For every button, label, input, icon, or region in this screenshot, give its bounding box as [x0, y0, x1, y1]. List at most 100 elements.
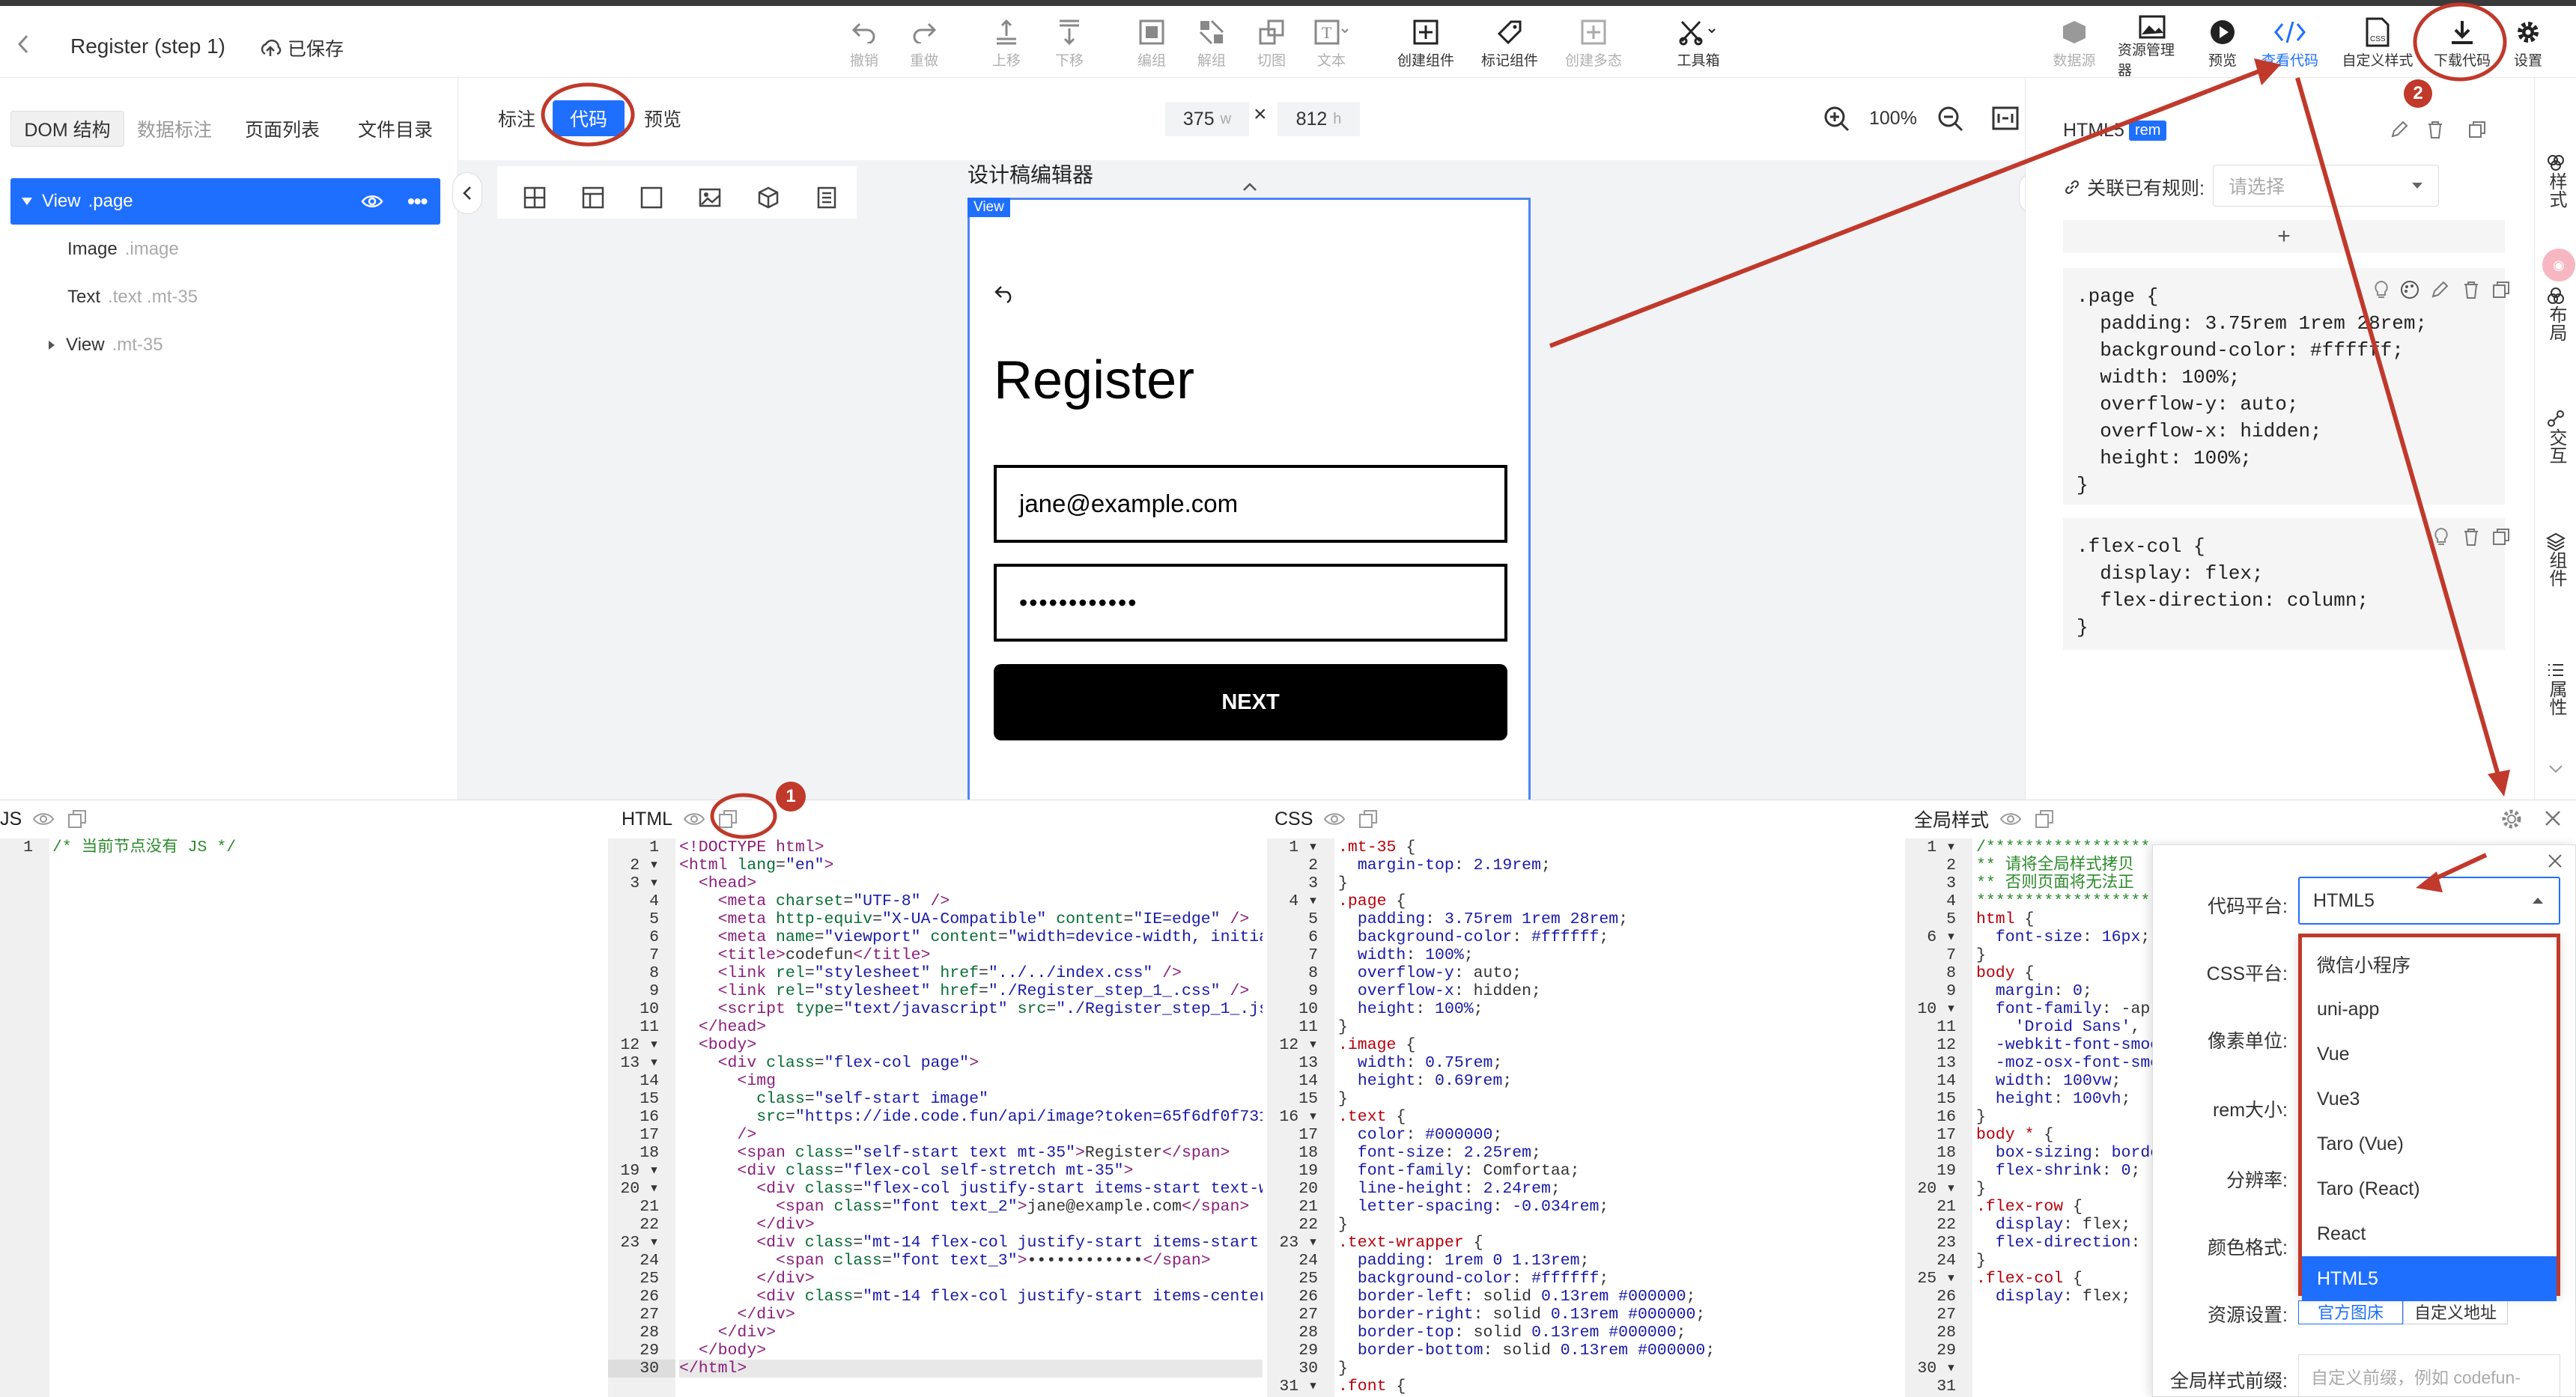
width-input[interactable]: 375 w	[1165, 102, 1249, 136]
tree-row-text[interactable]: Text .text .mt-35	[10, 274, 440, 320]
mode-annotate[interactable]: 标注	[494, 100, 539, 136]
side-tab-layout[interactable]: 布局	[2535, 286, 2576, 341]
mode-preview[interactable]: 预览	[637, 100, 689, 136]
option-html5[interactable]: HTML5	[2302, 1256, 2557, 1301]
move-down-button[interactable]: 下移	[1036, 15, 1102, 78]
assistant-bubble[interactable]: ◉	[2542, 249, 2575, 281]
copy-html-icon[interactable]	[717, 809, 738, 830]
fit-screen-icon[interactable]	[1992, 106, 2019, 130]
side-tab-attributes[interactable]: 属性	[2535, 660, 2576, 716]
toolbox-button[interactable]: 工具箱	[1665, 15, 1731, 78]
custom-address-button[interactable]: 自定义地址	[2403, 1300, 2508, 1324]
zoom-out-icon[interactable]	[1936, 105, 1965, 133]
eye-icon[interactable]	[32, 811, 55, 827]
tab-page-list[interactable]: 页面列表	[229, 111, 335, 147]
download-code-button[interactable]: 下载代码	[2426, 15, 2498, 78]
trash-icon[interactable]	[2461, 280, 2481, 299]
copy-icon[interactable]	[2491, 527, 2511, 547]
tree-row-image[interactable]: Image .image	[10, 226, 440, 273]
grid-insert-icon[interactable]	[514, 177, 556, 219]
eye-icon[interactable]	[1323, 811, 1346, 827]
edit-icon[interactable]	[2390, 120, 2409, 139]
side-tab-style[interactable]: 样式	[2535, 153, 2576, 208]
add-rule-button[interactable]: +	[2063, 220, 2505, 253]
preview-button[interactable]: 预览	[2193, 15, 2253, 78]
ungroup-button[interactable]: 解组	[1179, 15, 1245, 78]
copy-icon[interactable]	[67, 809, 88, 830]
mode-code[interactable]: 代码	[553, 100, 625, 136]
option-react[interactable]: React	[2302, 1211, 2557, 1256]
palette-icon[interactable]	[2400, 280, 2419, 299]
image-insert-icon[interactable]	[689, 177, 731, 219]
trash-icon[interactable]	[2461, 527, 2481, 547]
close-icon[interactable]	[2543, 809, 2563, 828]
tree-row-page[interactable]: View .page •••	[10, 178, 440, 225]
global-prefix-input[interactable]: 自定义前缀，例如 codefun-	[2298, 1354, 2560, 1397]
asset-manager-button[interactable]: 资源管理器	[2118, 15, 2187, 79]
chevron-left-icon[interactable]	[16, 33, 31, 55]
option-wechat-miniprogram[interactable]: 微信小程序	[2302, 942, 2557, 987]
more-icon[interactable]: •••	[407, 189, 428, 213]
data-source-button[interactable]: 数据源	[2041, 15, 2107, 78]
bulb-icon[interactable]	[2373, 280, 2390, 299]
settings-button[interactable]: 设置	[2501, 15, 2555, 78]
copy-icon[interactable]	[2034, 809, 2055, 830]
back-arrow-icon[interactable]	[994, 285, 1016, 303]
edit-icon[interactable]	[2430, 280, 2449, 299]
option-vue[interactable]: Vue	[2302, 1032, 2557, 1077]
js-editor[interactable]: 1 /* 当前节点没有 JS */	[0, 838, 608, 1397]
option-uni-app[interactable]: uni-app	[2302, 987, 2557, 1032]
code-platform-select[interactable]: HTML5	[2298, 877, 2560, 925]
bulb-icon[interactable]	[2433, 527, 2449, 547]
chevron-down-icon[interactable]	[2548, 764, 2563, 774]
option-vue3[interactable]: Vue3	[2302, 1077, 2557, 1121]
create-variant-button[interactable]: 创建多态	[1561, 15, 1626, 78]
tab-data-annotation[interactable]: 数据标注	[126, 111, 223, 147]
view-code-button[interactable]: 查看代码	[2257, 15, 2323, 78]
redo-button[interactable]: 重做	[891, 15, 957, 78]
create-component-button[interactable]: 创建组件	[1393, 15, 1459, 78]
copy-icon[interactable]	[2467, 120, 2487, 139]
tag-component-button[interactable]: 标记组件	[1477, 15, 1543, 78]
box-insert-icon[interactable]	[631, 177, 672, 219]
global-style-editor[interactable]: 1 ▾ 2 3 4 5 6 ▾ 7 8 9 10 ▾ 11 12 13 14 15 16 17 18 19 20 ▾ 2…	[1905, 838, 2152, 1397]
official-cdn-button[interactable]: 官方图床	[2298, 1300, 2403, 1324]
list-insert-icon[interactable]	[806, 177, 848, 219]
trash-icon[interactable]	[2425, 120, 2445, 139]
eye-icon[interactable]	[1999, 811, 2022, 827]
eye-icon[interactable]	[361, 193, 383, 210]
move-up-button[interactable]: 上移	[973, 15, 1039, 78]
password-field[interactable]: ••••••••••••	[994, 564, 1507, 642]
option-taro-vue[interactable]: Taro (Vue)	[2302, 1121, 2557, 1166]
html-editor[interactable]: 12 ▾ 3 ▾ 4 5 6 7 8 9 10 11 12 ▾ 13 ▾ 14 15 16 17 18 19 ▾ 2…	[608, 838, 1263, 1397]
css-rule-page[interactable]: .page { padding: 3.75rem 1rem 28rem; bac…	[2063, 268, 2505, 505]
copy-icon[interactable]	[1358, 809, 1379, 830]
caret-right-icon[interactable]	[48, 340, 55, 350]
collapse-left-button[interactable]	[452, 172, 482, 214]
code-icon	[2273, 15, 2306, 49]
text-button[interactable]: T 文本	[1298, 15, 1364, 78]
slice-button[interactable]: 切图	[1239, 15, 1304, 78]
email-field[interactable]: jane@example.com	[994, 465, 1507, 543]
layout-insert-icon[interactable]	[572, 177, 614, 219]
css-editor[interactable]: 1 ▾ 2 3 4 ▾ 5 6 7 8 9 10 11 12 ▾ 13 14 15 16 ▾ 17 18 19 20 2…	[1267, 838, 1905, 1397]
close-icon[interactable]	[2547, 853, 2563, 869]
rem-badge[interactable]: rem	[2128, 121, 2167, 141]
undo-button[interactable]: 撤销	[831, 15, 897, 78]
side-tab-component[interactable]: 组件	[2535, 532, 2576, 587]
tab-dom-structure[interactable]: DOM 结构	[10, 111, 124, 147]
group-button[interactable]: 编组	[1119, 15, 1185, 78]
tree-row-view[interactable]: View .mt-35	[10, 322, 440, 368]
eye-icon[interactable]	[683, 811, 705, 827]
rule-select[interactable]: 请选择	[2213, 165, 2439, 207]
copy-icon[interactable]	[2491, 280, 2511, 299]
option-taro-react[interactable]: Taro (React)	[2302, 1166, 2557, 1211]
side-tab-interaction[interactable]: 交互	[2535, 409, 2576, 464]
gear-icon[interactable]	[2500, 807, 2524, 831]
next-button[interactable]: NEXT	[994, 664, 1507, 740]
cube-insert-icon[interactable]	[747, 177, 789, 219]
zoom-in-icon[interactable]	[1823, 105, 1851, 133]
custom-style-button[interactable]: CSS 自定义样式	[2336, 15, 2419, 78]
tab-file-directory[interactable]: 文件目录	[341, 111, 449, 147]
height-input[interactable]: 812 h	[1278, 102, 1360, 136]
